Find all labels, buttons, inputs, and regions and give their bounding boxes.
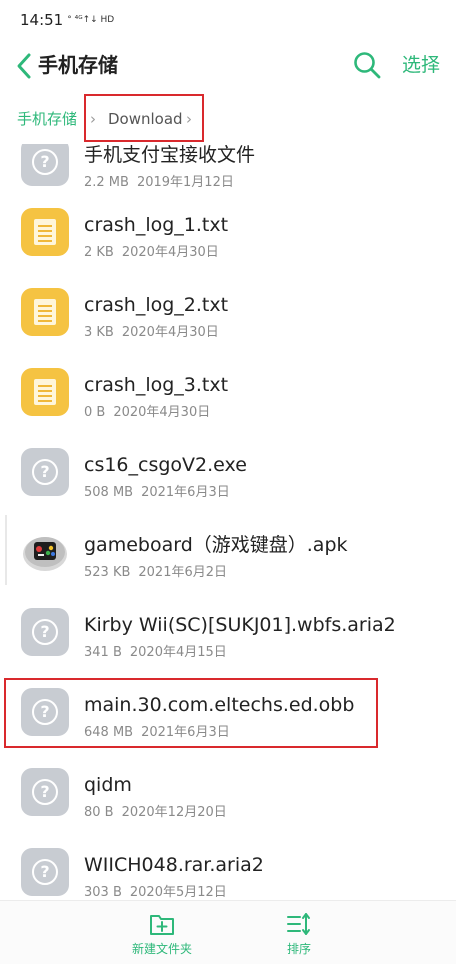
file-name: crash_log_2.txt <box>84 294 229 316</box>
file-meta: 341 B 2020年4月15日 <box>84 644 227 662</box>
list-item[interactable]: ? cs16_csgoV2.exe 508 MB 2021年6月3日 <box>0 436 456 516</box>
file-name: qidm <box>84 774 132 796</box>
unknown-file-icon: ? <box>21 768 69 816</box>
unknown-file-icon: ? <box>21 144 69 186</box>
unknown-file-icon: ? <box>21 448 69 496</box>
file-name: 手机支付宝接收文件 <box>84 144 256 166</box>
file-meta: 3 KB 2020年4月30日 <box>84 324 219 342</box>
file-date: 2020年5月12日 <box>129 885 227 900</box>
select-button[interactable]: 选择 <box>402 51 440 79</box>
file-name: gameboard（游戏键盘）.apk <box>84 534 348 556</box>
breadcrumb-highlight-box <box>84 94 204 142</box>
text-file-icon <box>21 368 69 416</box>
new-folder-button[interactable]: 新建文件夹 <box>117 909 207 961</box>
unknown-file-icon: ? <box>21 608 69 656</box>
file-date: 2019年1月12日 <box>136 175 234 190</box>
file-meta: 508 MB 2021年6月3日 <box>84 484 230 502</box>
file-size: 80 B <box>84 805 114 820</box>
list-item[interactable]: ? WIICH048.rar.aria2 303 B 2020年5月12日 <box>0 836 456 900</box>
file-date: 2020年4月30日 <box>121 245 219 260</box>
search-icon[interactable] <box>352 50 382 80</box>
list-item[interactable]: ? qidm 80 B 2020年12月20日 <box>0 756 456 836</box>
sort-button[interactable]: 排序 <box>254 909 344 961</box>
file-size: 2 KB <box>84 245 114 260</box>
file-size: 303 B <box>84 885 122 900</box>
file-date: 2021年6月2日 <box>138 565 228 580</box>
file-size: 341 B <box>84 645 122 660</box>
file-name: WIICH048.rar.aria2 <box>84 854 264 876</box>
app-header: 手机存储 选择 <box>0 40 456 92</box>
text-file-icon <box>21 288 69 336</box>
file-meta: 80 B 2020年12月20日 <box>84 804 227 822</box>
sort-icon <box>287 913 310 935</box>
file-size: 0 B <box>84 405 106 420</box>
file-date: 2020年4月15日 <box>129 645 227 660</box>
selected-row-highlight-box <box>4 678 378 748</box>
text-file-icon <box>21 208 69 256</box>
list-item[interactable]: ? Kirby Wii(SC)[SUKJ01].wbfs.aria2 341 B… <box>0 596 456 676</box>
new-folder-label: 新建文件夹 <box>131 942 192 956</box>
file-meta: 303 B 2020年5月12日 <box>84 884 227 900</box>
file-size: 2.2 MB <box>84 175 129 190</box>
file-list: ? 手机支付宝接收文件 2.2 MB 2019年1月12日 crash_log_1… <box>0 144 456 900</box>
file-size: 508 MB <box>84 485 134 500</box>
new-folder-icon <box>150 915 174 935</box>
file-name: Kirby Wii(SC)[SUKJ01].wbfs.aria2 <box>84 614 396 636</box>
sort-label: 排序 <box>286 942 311 956</box>
unknown-file-icon: ? <box>21 848 69 896</box>
gamepad-app-icon <box>23 537 67 571</box>
file-name: crash_log_1.txt <box>84 214 229 236</box>
breadcrumb-root[interactable]: 手机存储 <box>17 108 77 130</box>
file-date: 2020年4月30日 <box>113 405 211 420</box>
breadcrumb: 手机存储 › Download › <box>0 94 456 144</box>
status-bar: 14:51 ° ⁴ᴳ↑↓ HD <box>0 0 456 40</box>
file-name: cs16_csgoV2.exe <box>84 454 247 476</box>
bottom-toolbar: 新建文件夹 排序 <box>0 900 456 964</box>
back-arrow-icon[interactable] <box>14 50 34 82</box>
list-item[interactable]: crash_log_2.txt 3 KB 2020年4月30日 <box>0 276 456 356</box>
list-item[interactable]: crash_log_1.txt 2 KB 2020年4月30日 <box>0 196 456 276</box>
list-item[interactable]: crash_log_3.txt 0 B 2020年4月30日 <box>0 356 456 436</box>
file-date: 2021年6月3日 <box>141 485 230 500</box>
file-meta: 523 KB 2021年6月2日 <box>84 564 227 582</box>
file-meta: 0 B 2020年4月30日 <box>84 404 210 422</box>
file-date: 2020年12月20日 <box>121 805 227 820</box>
signal-indicator: ° ⁴ᴳ↑↓ HD <box>67 15 115 25</box>
file-size: 523 KB <box>84 565 131 580</box>
status-time: 14:51 <box>20 11 64 29</box>
file-name: crash_log_3.txt <box>84 374 229 396</box>
file-meta: 2.2 MB 2019年1月12日 <box>84 174 234 192</box>
file-size: 3 KB <box>84 325 114 340</box>
scroll-edge-indicator <box>5 515 7 585</box>
file-meta: 2 KB 2020年4月30日 <box>84 244 219 262</box>
list-item[interactable]: gameboard（游戏键盘）.apk 523 KB 2021年6月2日 <box>0 516 456 596</box>
file-date: 2020年4月30日 <box>121 325 219 340</box>
page-title: 手机存储 <box>38 53 118 77</box>
